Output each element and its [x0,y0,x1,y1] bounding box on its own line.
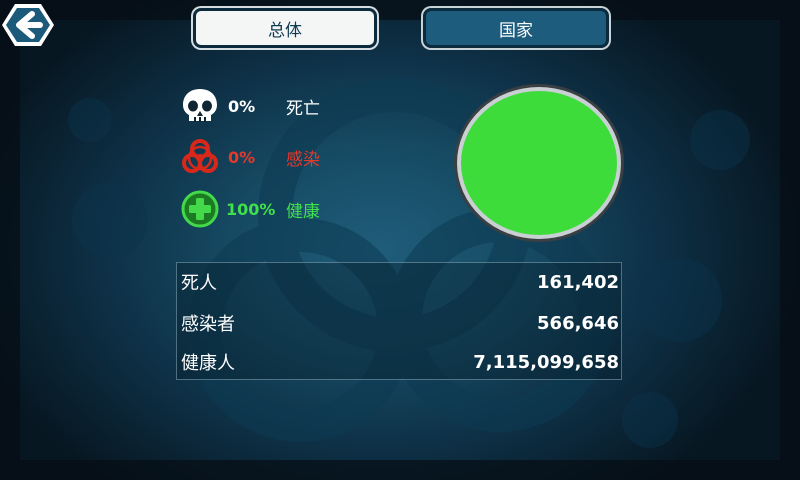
death-label: 死亡 [286,98,320,119]
back-arrow-icon [2,4,54,46]
skull-icon [183,89,217,122]
pie-svg [454,84,624,242]
healthy-people-value: 7,115,099,658 [473,351,619,373]
biohazard-icon [182,139,218,173]
pie-slices [461,91,617,235]
pie-slice [461,91,617,235]
tab-overall-label: 总体 [268,20,302,41]
tab-country-label: 国家 [499,20,533,41]
tab-country[interactable]: 国家 [423,8,609,48]
dead-label: 死人 [181,273,217,294]
infected-people-value: 566,646 [537,312,619,334]
healthy-label: 健康 [286,201,320,222]
back-button[interactable] [2,2,54,48]
population-pie-chart [452,82,626,244]
table-row: 感染者 566,646 [177,304,621,342]
background-decoration [0,0,800,480]
healthy-percent: 100% [226,199,276,219]
infected-percent: 0% [228,147,256,167]
healthy-people-label: 健康人 [181,353,235,374]
population-table: 死人 161,402 感染者 566,646 健康人 7,115,099,658 [176,262,622,380]
stat-death: 0% 死亡 [180,86,320,126]
background [0,0,800,480]
table-row: 死人 161,402 [177,263,621,301]
infected-people-label: 感染者 [181,314,235,335]
dead-value: 161,402 [537,271,619,293]
tab-overall[interactable]: 总体 [193,8,377,48]
death-percent: 0% [228,96,256,116]
stat-infected: 0% 感染 [180,137,320,177]
infected-label: 感染 [286,149,320,170]
table-row: 健康人 7,115,099,658 [177,343,621,381]
stat-healthy: 100% 健康 [180,189,320,229]
plus-cross-icon [181,190,219,228]
